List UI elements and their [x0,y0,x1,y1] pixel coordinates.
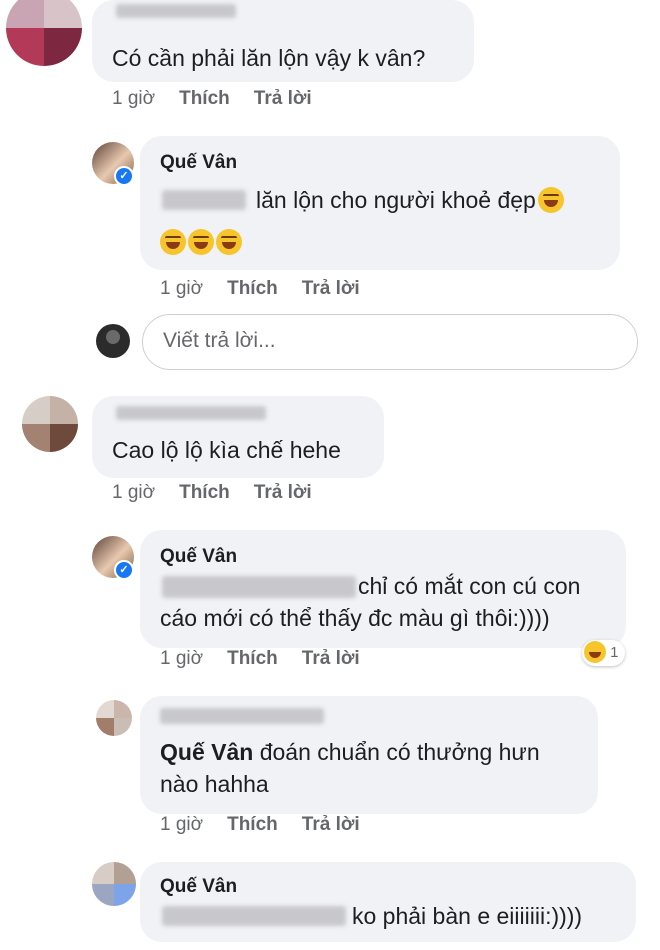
like-link[interactable]: Thích [179,88,230,109]
comment-author[interactable]: Quế Vân [160,876,237,898]
reaction-count: 1 [610,644,619,661]
comment-text-line-2: cáo mới có thể thấy đc màu gì thôi:)))) [160,605,550,631]
comment-text: ko phải bàn e eiiiiiii:)))) [352,903,583,929]
comment-text: lăn lộn cho người khoẻ đẹp [256,184,564,216]
like-link[interactable]: Thích [227,814,278,835]
reply-link[interactable]: Trả lời [302,648,360,669]
haha-reaction-icon [584,641,606,663]
comment-text-line-1: Quế Vân đoán chuẩn có thưởng hưn [160,739,540,765]
comment-text: Cao lộ lộ kìa chế hehe [112,437,341,463]
comment-time[interactable]: 1 giờ [160,648,203,669]
comment-time[interactable]: 1 giờ [160,278,203,299]
like-link[interactable]: Thích [179,482,230,503]
comment-bubble: Quế Vân ko phải bàn e eiiiiiii:)))) [140,862,636,942]
rofl-emoji-icon [160,229,186,255]
comment-bubble: Quế Vân đoán chuẩn có thưởng hưn nào hah… [140,696,598,814]
avatar-commenter-1[interactable] [6,0,82,66]
verified-badge-icon: ✓ [114,560,134,580]
blurred-name [160,708,324,724]
reply-input[interactable] [161,328,605,354]
reaction-badge[interactable]: 1 [582,640,625,666]
comment-actions: 1 giờ Thích Trả lời [160,648,384,670]
emoji-row [158,226,242,258]
comment-author[interactable]: Quế Vân [160,152,237,174]
comment-author[interactable]: Quế Vân [160,546,237,568]
rofl-emoji-icon [188,229,214,255]
comment-text-line-2: nào hahha [160,771,269,797]
comment-actions: 1 giờ Thích Trả lời [160,278,384,300]
blurred-name [116,406,266,420]
reply-link[interactable]: Trả lời [254,482,312,503]
avatar-commenter-3[interactable] [22,396,78,452]
comment-bubble: Quế Vân chỉ có mắt con cú con cáo mới có… [140,530,626,648]
avatar-commenter-5[interactable] [96,700,132,736]
comment-text: Có cần phải lăn lộn vậy k vân? [112,45,426,71]
comment-actions: 1 giờ Thích Trả lời [160,814,384,836]
mention-link[interactable]: Quế Vân [160,739,253,765]
reply-link[interactable]: Trả lời [302,278,360,299]
comment-bubble: Quế Vân lăn lộn cho người khoẻ đẹp [140,136,620,270]
comment-bubble: Có cần phải lăn lộn vậy k vân? [92,0,474,82]
comment-actions: 1 giờ Thích Trả lời [112,88,336,110]
blurred-text [162,576,356,598]
comment-text-line-1: chỉ có mắt con cú con [358,573,581,599]
avatar-current-user [96,324,130,358]
avatar-commenter-6[interactable] [92,862,136,906]
comment-time[interactable]: 1 giờ [112,482,155,503]
rofl-emoji-icon [216,229,242,255]
comment-bubble: Cao lộ lộ kìa chế hehe [92,396,384,478]
like-link[interactable]: Thích [227,648,278,669]
blurred-text [162,190,246,210]
blurred-name [116,4,236,18]
rofl-emoji-icon [537,187,564,213]
comment-time[interactable]: 1 giờ [112,88,155,109]
like-link[interactable]: Thích [227,278,278,299]
reply-link[interactable]: Trả lời [302,814,360,835]
verified-badge-icon: ✓ [114,166,134,186]
reply-box[interactable] [142,314,638,370]
comment-time[interactable]: 1 giờ [160,814,203,835]
reply-link[interactable]: Trả lời [254,88,312,109]
blurred-text [162,906,346,926]
comment-actions: 1 giờ Thích Trả lời [112,482,336,504]
